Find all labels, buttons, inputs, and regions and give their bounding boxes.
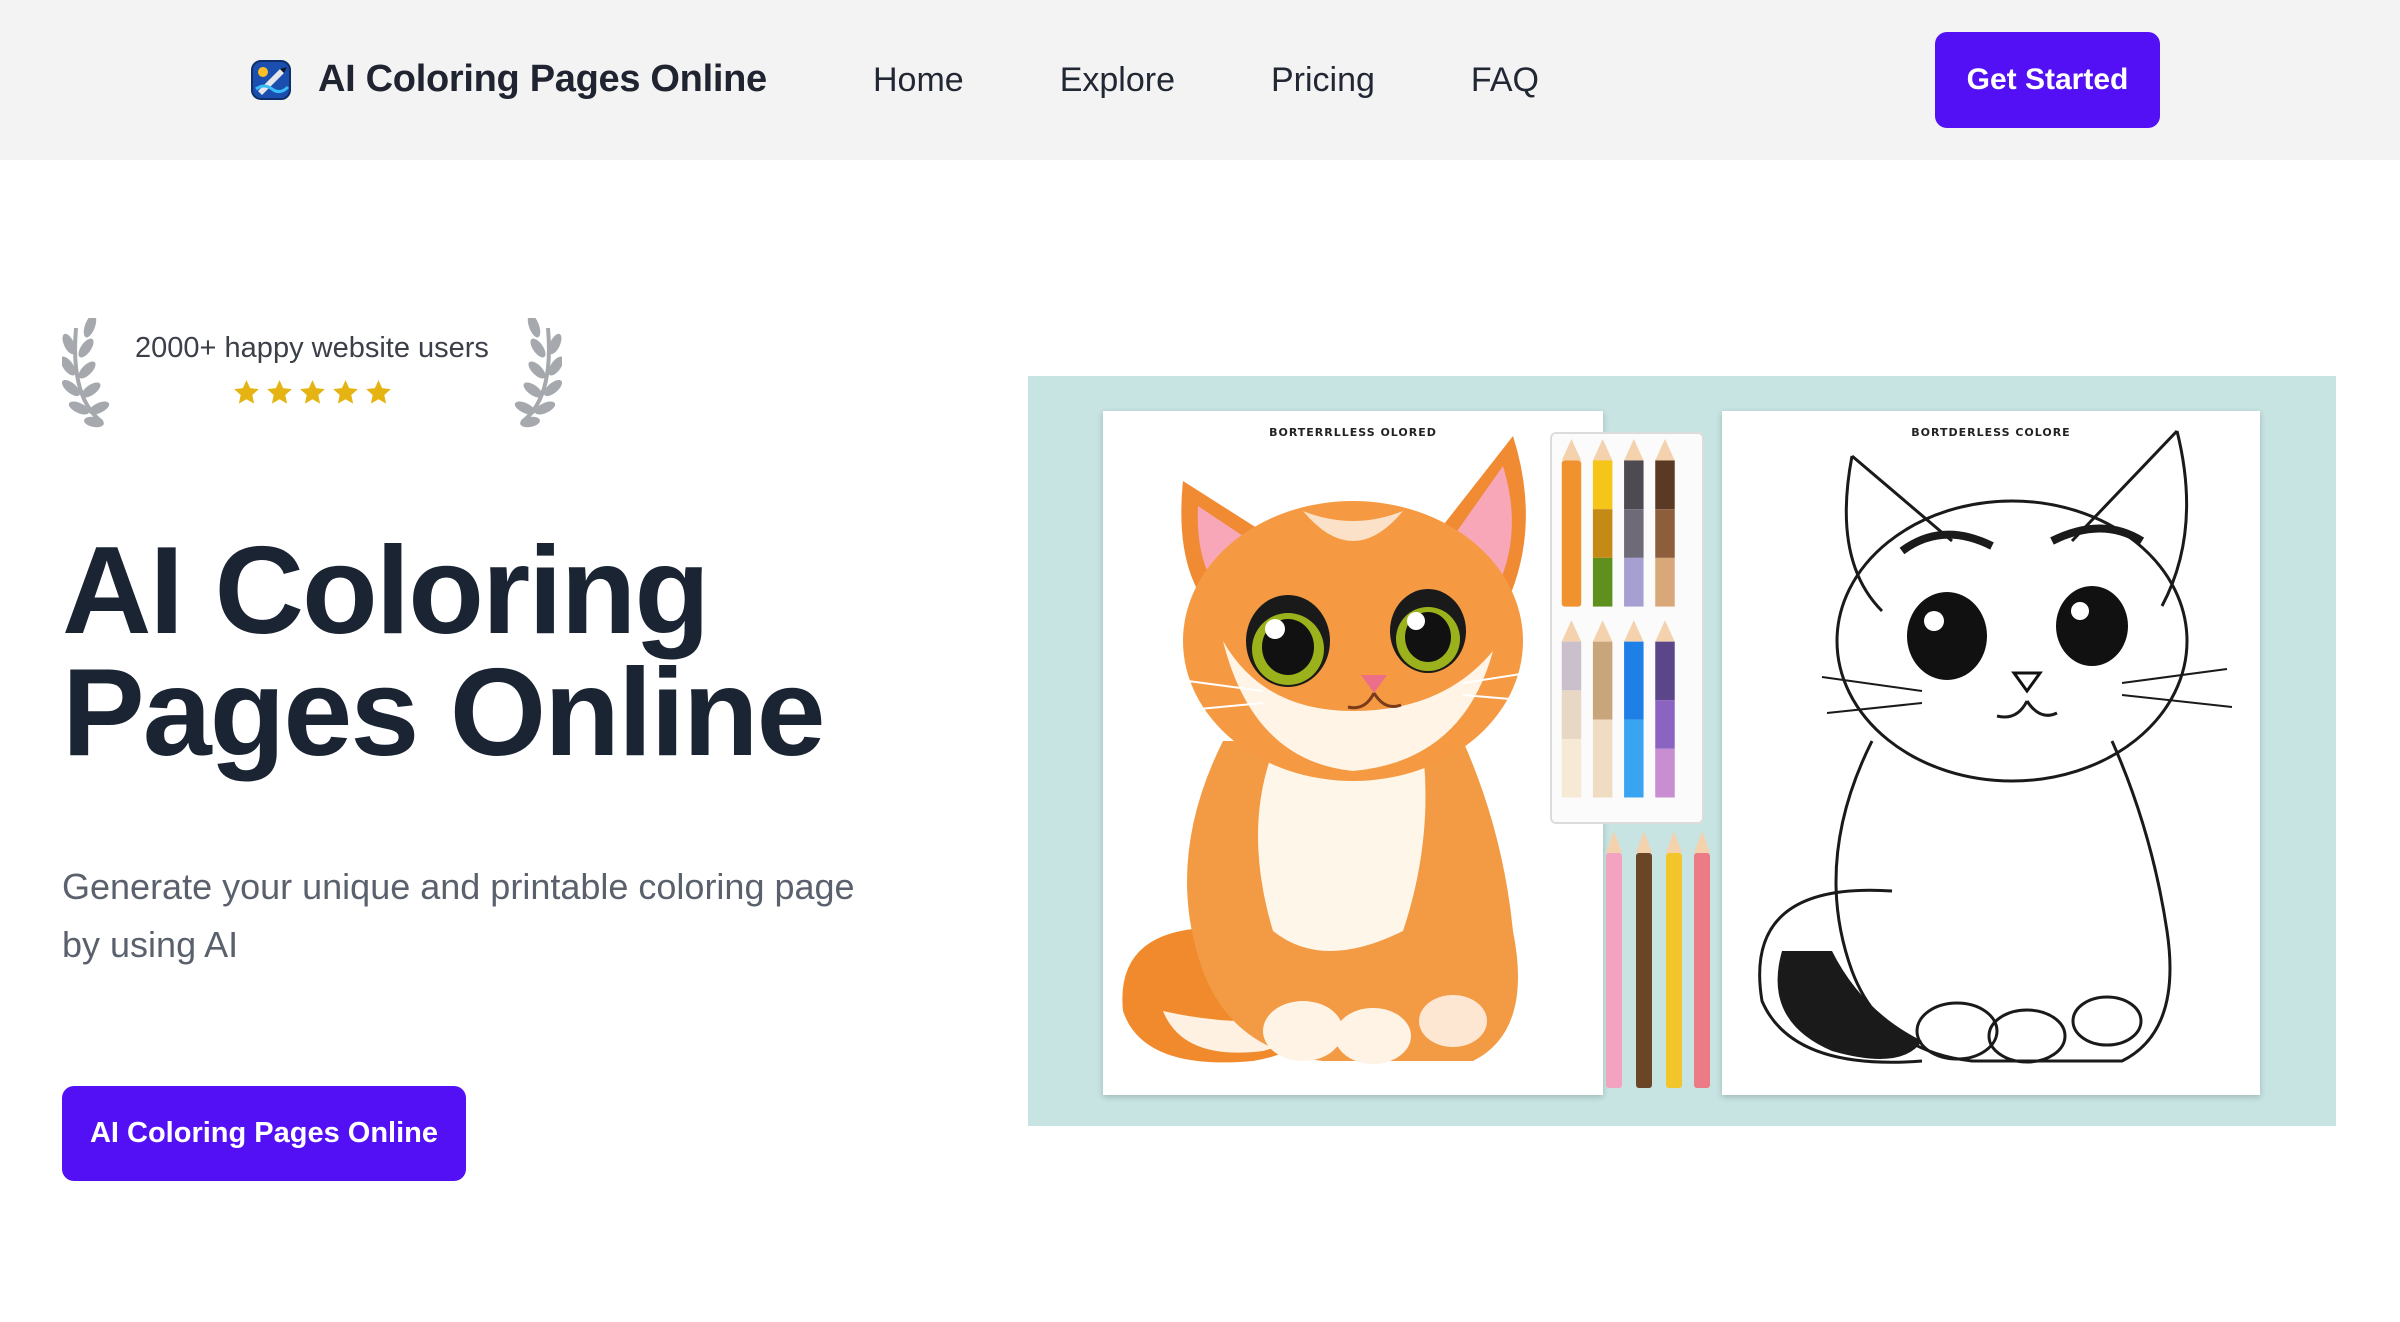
star-icon [332,380,358,404]
colored-page-sheet: BORTERRLLESS OLORED [1103,411,1603,1095]
nav-explore-link[interactable]: Explore [1060,56,1175,104]
hero-title-line-2: Pages Online [62,644,826,782]
happy-users-text: 2000+ happy website users [135,332,489,364]
hero-title: AI Coloring Pages Online [62,522,962,782]
social-proof-badge: 2000+ happy website users [62,318,562,430]
get-started-button[interactable]: Get Started [1935,32,2160,128]
hero-subtitle: Generate your unique and printable color… [62,866,855,965]
star-icon [266,380,292,404]
nav-home-link[interactable]: Home [873,56,964,104]
brand-link[interactable]: AI Coloring Pages Online [250,58,767,101]
rating-stars [62,378,562,407]
star-icon [233,380,259,404]
line-art-page-sheet: BORTDERLESS COLORE [1722,411,2260,1095]
nav-faq-link[interactable]: FAQ [1471,56,1539,104]
line-art-kitten-illustration [1758,429,2233,1064]
main-nav: Home Explore Pricing FAQ [873,56,1539,104]
hero-title-line-1: AI Coloring [62,522,710,660]
hero-cta-button[interactable]: AI Coloring Pages Online [62,1086,466,1181]
colored-pencils-illustration [1561,439,1675,798]
brand-name: AI Coloring Pages Online [318,58,767,100]
hero-image: BORTERRLLESS OLORED BORTDERLESS COLORE [1028,376,2336,1126]
pencil-palette-card [1550,432,1704,824]
loose-pencils-illustration [1606,831,1710,1088]
nav-pricing-link[interactable]: Pricing [1271,56,1375,104]
brand-logo-icon [251,59,291,100]
colored-kitten-illustration [1122,436,1559,1064]
navbar: AI Coloring Pages Online Home Explore Pr… [0,0,2400,160]
star-icon [365,380,391,404]
star-icon [299,380,325,404]
